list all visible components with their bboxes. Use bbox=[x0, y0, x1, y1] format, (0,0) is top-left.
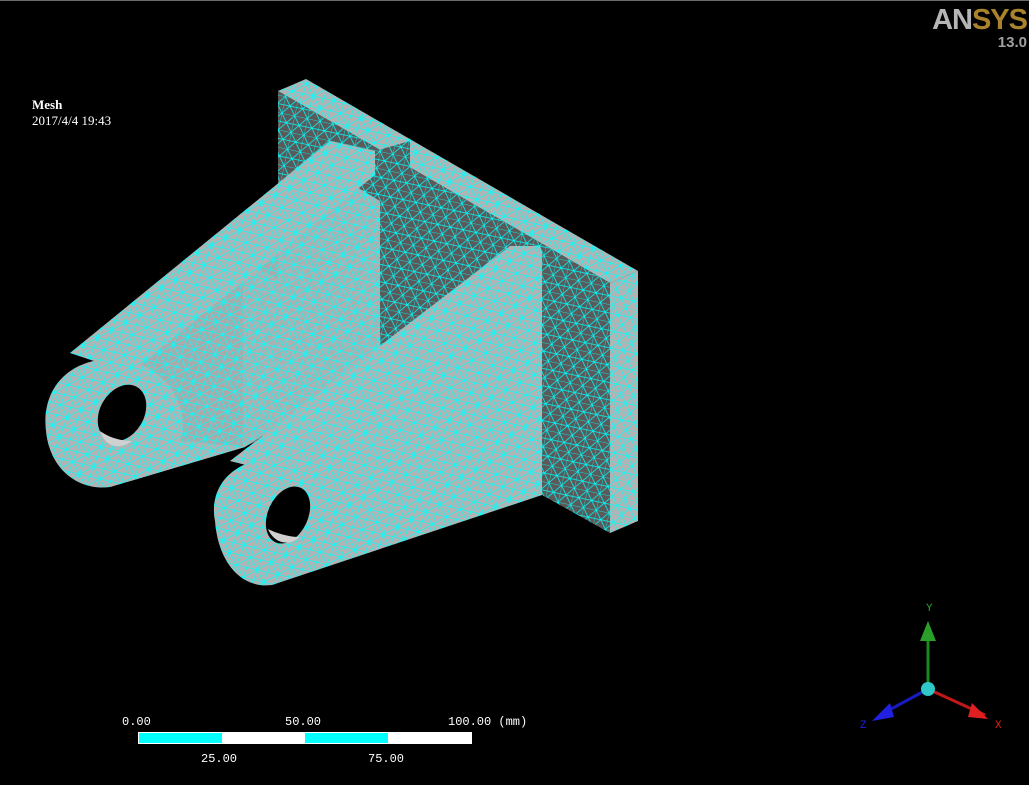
z-axis-label: Z bbox=[860, 720, 867, 732]
rear-lug-upright-mesh bbox=[375, 141, 410, 336]
back-plate-side-mesh bbox=[610, 271, 638, 533]
x-axis-arrow bbox=[968, 703, 988, 719]
scale-segment-4 bbox=[388, 733, 471, 743]
scale-label-75: 75.00 bbox=[368, 752, 405, 766]
z-axis-arrow bbox=[872, 703, 894, 721]
scale-segment-2 bbox=[222, 733, 305, 743]
graphics-viewport[interactable]: ANSYS 13.0 Mesh 2017/4/4 19:43 Y X Z 0.0… bbox=[0, 0, 1029, 784]
triad-origin bbox=[921, 682, 935, 696]
scale-label-50: 50.00 bbox=[285, 715, 322, 729]
scale-segment-3 bbox=[305, 733, 388, 743]
x-axis-label: X bbox=[995, 720, 1002, 732]
scale-segment-1 bbox=[139, 733, 222, 743]
coordinate-triad[interactable]: Y X Z bbox=[850, 597, 1020, 737]
front-lug-side-mesh bbox=[542, 251, 610, 533]
scale-label-25: 25.00 bbox=[201, 752, 238, 766]
scale-bar bbox=[138, 732, 472, 744]
y-axis-arrow bbox=[920, 621, 936, 641]
scale-label-0: 0.00 bbox=[122, 715, 151, 729]
scale-label-100: 100.00 (mm) bbox=[448, 715, 528, 729]
y-axis-label: Y bbox=[926, 603, 933, 615]
